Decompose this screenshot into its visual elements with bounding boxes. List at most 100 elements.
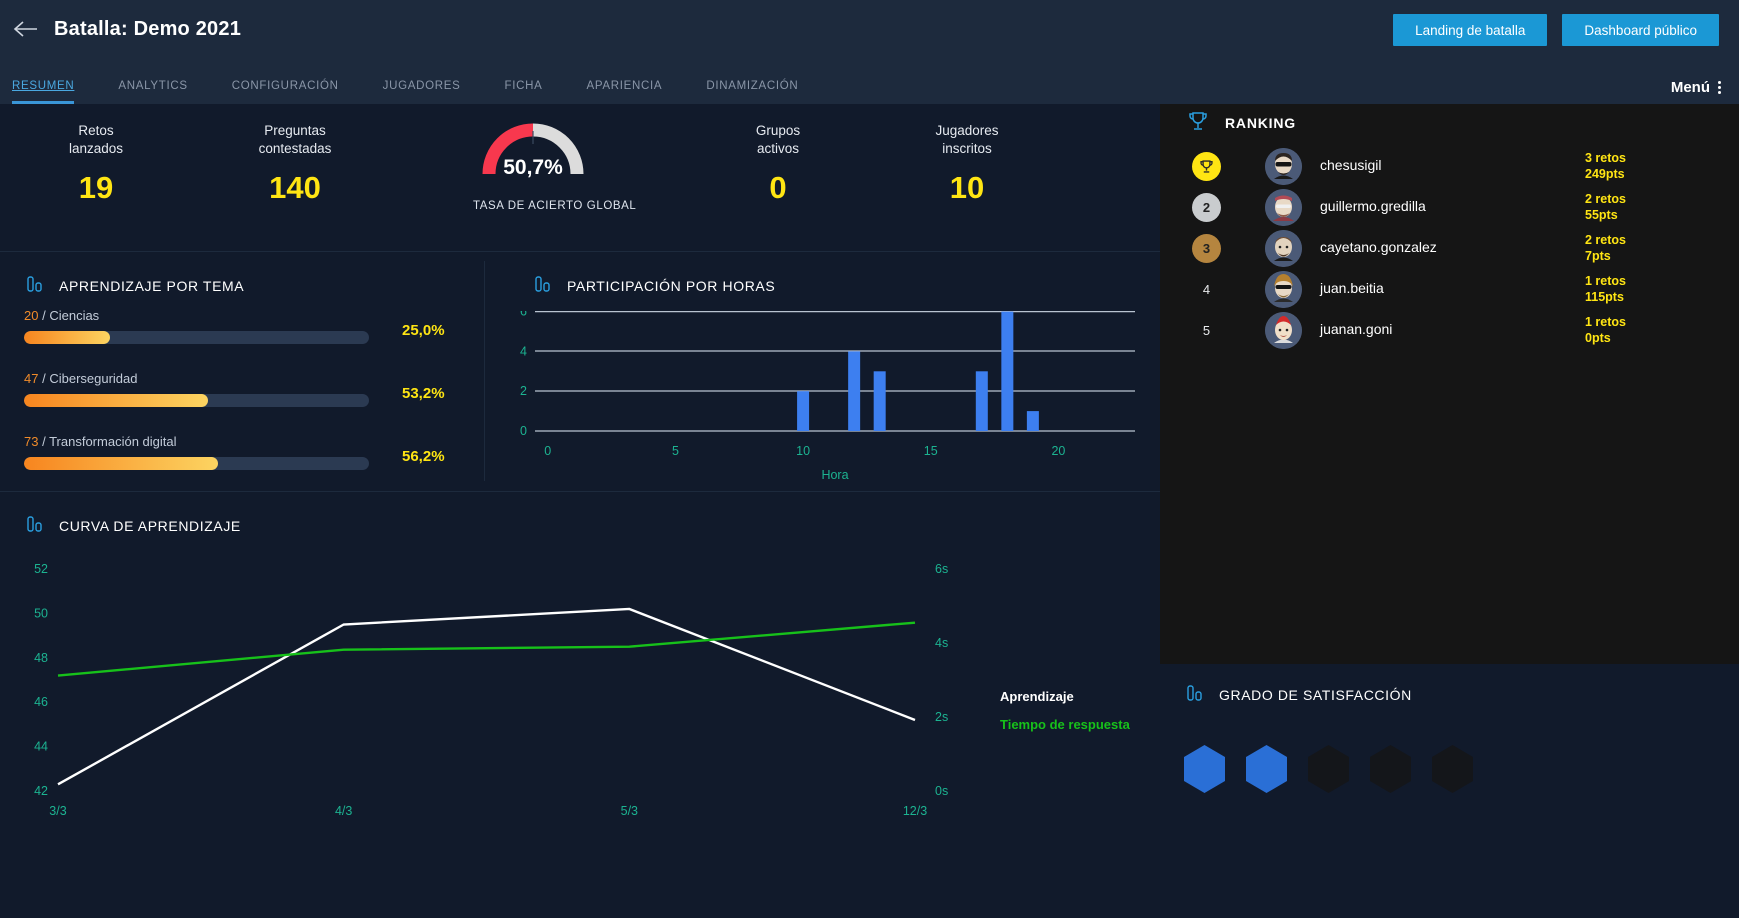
topic-fill-ciberseguridad — [24, 394, 208, 407]
avatar — [1265, 312, 1302, 349]
tab-resumen[interactable]: RESUMEN — [12, 80, 75, 104]
topic-row-transformacion: 73 / Transformación digital 56,2% — [24, 434, 445, 470]
topic-pct-ciberseguridad: 53,2% — [402, 385, 445, 402]
dashboard-publico-button[interactable]: Dashboard público — [1562, 14, 1719, 46]
dashboard-content: Retos lanzados 19 Preguntas contestadas … — [0, 104, 1739, 918]
svg-text:Hora: Hora — [821, 468, 848, 482]
ranking-retos-4: 1 retos — [1585, 274, 1626, 288]
ranking-pts-5: 0pts — [1585, 331, 1611, 345]
panel-tema-title: APRENDIZAJE POR TEMA — [27, 275, 244, 296]
panel-participacion-por-horas: PARTICIPACIÓN POR HORAS 0 2 4 6 0 5 10 15 20 Ho… — [485, 251, 1160, 491]
header-actions: Landing de batalla Dashboard público — [1393, 14, 1719, 46]
svg-text:4s: 4s — [935, 636, 948, 650]
gauge-caption: TASA DE ACIERTO GLOBAL — [473, 200, 637, 212]
panel-horas-title: PARTICIPACIÓN POR HORAS — [535, 275, 775, 296]
bar-chart-icon — [1187, 684, 1205, 705]
tab-ficha-label: FICHA — [504, 80, 543, 92]
avatar — [1265, 189, 1302, 226]
bar-chart-icon — [535, 275, 553, 296]
topic-count-transformacion: 73 — [24, 434, 39, 449]
svg-text:Tiempo de respuesta: Tiempo de respuesta — [1000, 717, 1131, 732]
svg-text:15: 15 — [924, 444, 938, 458]
ranking-row-1[interactable]: chesusigil 3 retos 249pts — [1160, 148, 1739, 192]
satisfaction-hexagon-3 — [1306, 744, 1351, 794]
svg-text:2: 2 — [520, 384, 527, 398]
topic-name-ciberseguridad: Ciberseguridad — [49, 371, 138, 386]
topic-row-ciencias: 20 / Ciencias 25,0% — [24, 308, 445, 344]
svg-text:50: 50 — [34, 606, 48, 620]
kebab-menu-icon — [1718, 81, 1721, 94]
tab-configuracion[interactable]: CONFIGURACIÓN — [232, 80, 339, 104]
bar-chart-icon — [27, 515, 45, 536]
svg-text:10: 10 — [796, 444, 810, 458]
svg-text:4/3: 4/3 — [335, 804, 352, 818]
panel-grado-de-satisfaccion: GRADO DE SATISFACCIÓN — [1160, 664, 1739, 918]
topic-label-transformacion: 73 / Transformación digital — [24, 434, 177, 449]
ranking-title-label: RANKING — [1225, 114, 1296, 131]
ranking-name-5: juanan.goni — [1320, 321, 1393, 337]
kpi-row: Retos lanzados 19 Preguntas contestadas … — [0, 104, 1160, 251]
ranking-row-5[interactable]: 5 juanan.goni 1 retos 0pts — [1160, 312, 1739, 356]
topic-pct-transformacion: 56,2% — [402, 448, 445, 465]
ranking-name-2: guillermo.gredilla — [1320, 198, 1426, 214]
tab-analytics-label: ANALYTICS — [118, 80, 188, 92]
tab-bar: RESUMEN ANALYTICS CONFIGURACIÓN JUGADORE… — [0, 58, 1739, 104]
ranking-retos-2: 2 retos — [1585, 192, 1626, 206]
tab-jugadores[interactable]: JUGADORES — [383, 80, 461, 104]
panel-curva-label: CURVA DE APRENDIZAJE — [59, 517, 241, 534]
kpi-preguntas-contestadas: Preguntas contestadas 140 — [205, 122, 385, 206]
tab-analytics[interactable]: ANALYTICS — [118, 80, 187, 104]
ranking-score-3: 2 retos 7pts — [1585, 232, 1626, 264]
kpi-retos-lanzados: Retos lanzados 19 — [6, 122, 186, 206]
topic-label-ciberseguridad: 47 / Ciberseguridad — [24, 371, 138, 386]
curva-de-aprendizaje-chart: 42 44 46 48 50 52 0s 2s 4s 6s 3/3 4/3 5/3 12/3 Apre… — [34, 562, 1131, 818]
tab-dinamizacion[interactable]: DINAMIZACIÓN — [706, 80, 798, 104]
ranking-pts-4: 115pts — [1585, 290, 1624, 304]
kpi-grupos-label-2: activos — [756, 141, 800, 156]
topic-count-ciencias: 20 — [24, 308, 39, 323]
tab-apariencia[interactable]: APARIENCIA — [587, 80, 663, 104]
menu-button[interactable]: Menú — [1671, 79, 1721, 96]
back-arrow-icon[interactable] — [10, 14, 40, 44]
kpi-retos-value: 19 — [78, 170, 114, 205]
ranking-row-3[interactable]: 3 cayetano.gonzalez 2 retos 7pts — [1160, 230, 1739, 274]
ranking-row-4[interactable]: 4 juan.beitia 1 retos 115pts — [1160, 271, 1739, 315]
satisfaction-hexagon-5 — [1430, 744, 1475, 794]
medal-gold-icon — [1192, 152, 1221, 181]
svg-text:2s: 2s — [935, 710, 948, 724]
gauge-tasa-acierto: 50,7% TASA DE ACIERTO GLOBAL — [473, 114, 637, 212]
medal-bronze-badge: 3 — [1192, 234, 1221, 263]
svg-text:0s: 0s — [935, 784, 948, 798]
topic-fill-ciencias — [24, 331, 111, 344]
tab-ficha[interactable]: FICHA — [505, 80, 543, 104]
kpi-grupos-value: 0 — [769, 170, 787, 205]
ranking-retos-1: 3 retos — [1585, 151, 1626, 165]
gauge-value: 50,7% — [503, 156, 563, 179]
kpi-grupos-activos: Grupos activos 0 — [688, 122, 868, 206]
avatar — [1265, 230, 1302, 267]
ranking-pts-1: 249pts — [1585, 167, 1625, 181]
topic-track-ciberseguridad — [24, 394, 369, 407]
topic-count-ciberseguridad: 47 — [24, 371, 39, 386]
topic-name-ciencias: Ciencias — [49, 308, 100, 323]
tab-configuracion-label: CONFIGURACIÓN — [231, 80, 339, 92]
kpi-retos-label-2: lanzados — [68, 141, 124, 156]
ranking-name-4: juan.beitia — [1320, 280, 1384, 296]
svg-text:4: 4 — [520, 344, 527, 358]
topic-track-transformacion — [24, 457, 369, 470]
topic-pct-ciencias: 25,0% — [402, 322, 445, 339]
panel-curva-title: CURVA DE APRENDIZAJE — [27, 515, 241, 536]
topic-label-ciencias: 20 / Ciencias — [24, 308, 100, 323]
landing-de-batalla-button[interactable]: Landing de batalla — [1393, 14, 1548, 46]
kpi-jugadores-label-1: Jugadores — [935, 123, 999, 138]
left-column: Retos lanzados 19 Preguntas contestadas … — [0, 104, 1160, 918]
ranking-score-2: 2 retos 55pts — [1585, 191, 1626, 223]
medal-silver-badge: 2 — [1192, 193, 1221, 222]
ranking-retos-3: 2 retos — [1585, 233, 1626, 247]
svg-text:20: 20 — [1051, 444, 1065, 458]
svg-text:Aprendizaje: Aprendizaje — [1000, 689, 1074, 704]
svg-text:5: 5 — [672, 444, 679, 458]
tab-jugadores-label: JUGADORES — [382, 80, 461, 92]
svg-text:0: 0 — [520, 424, 527, 438]
ranking-row-2[interactable]: 2 guillermo.gredilla 2 retos 55pts — [1160, 189, 1739, 233]
